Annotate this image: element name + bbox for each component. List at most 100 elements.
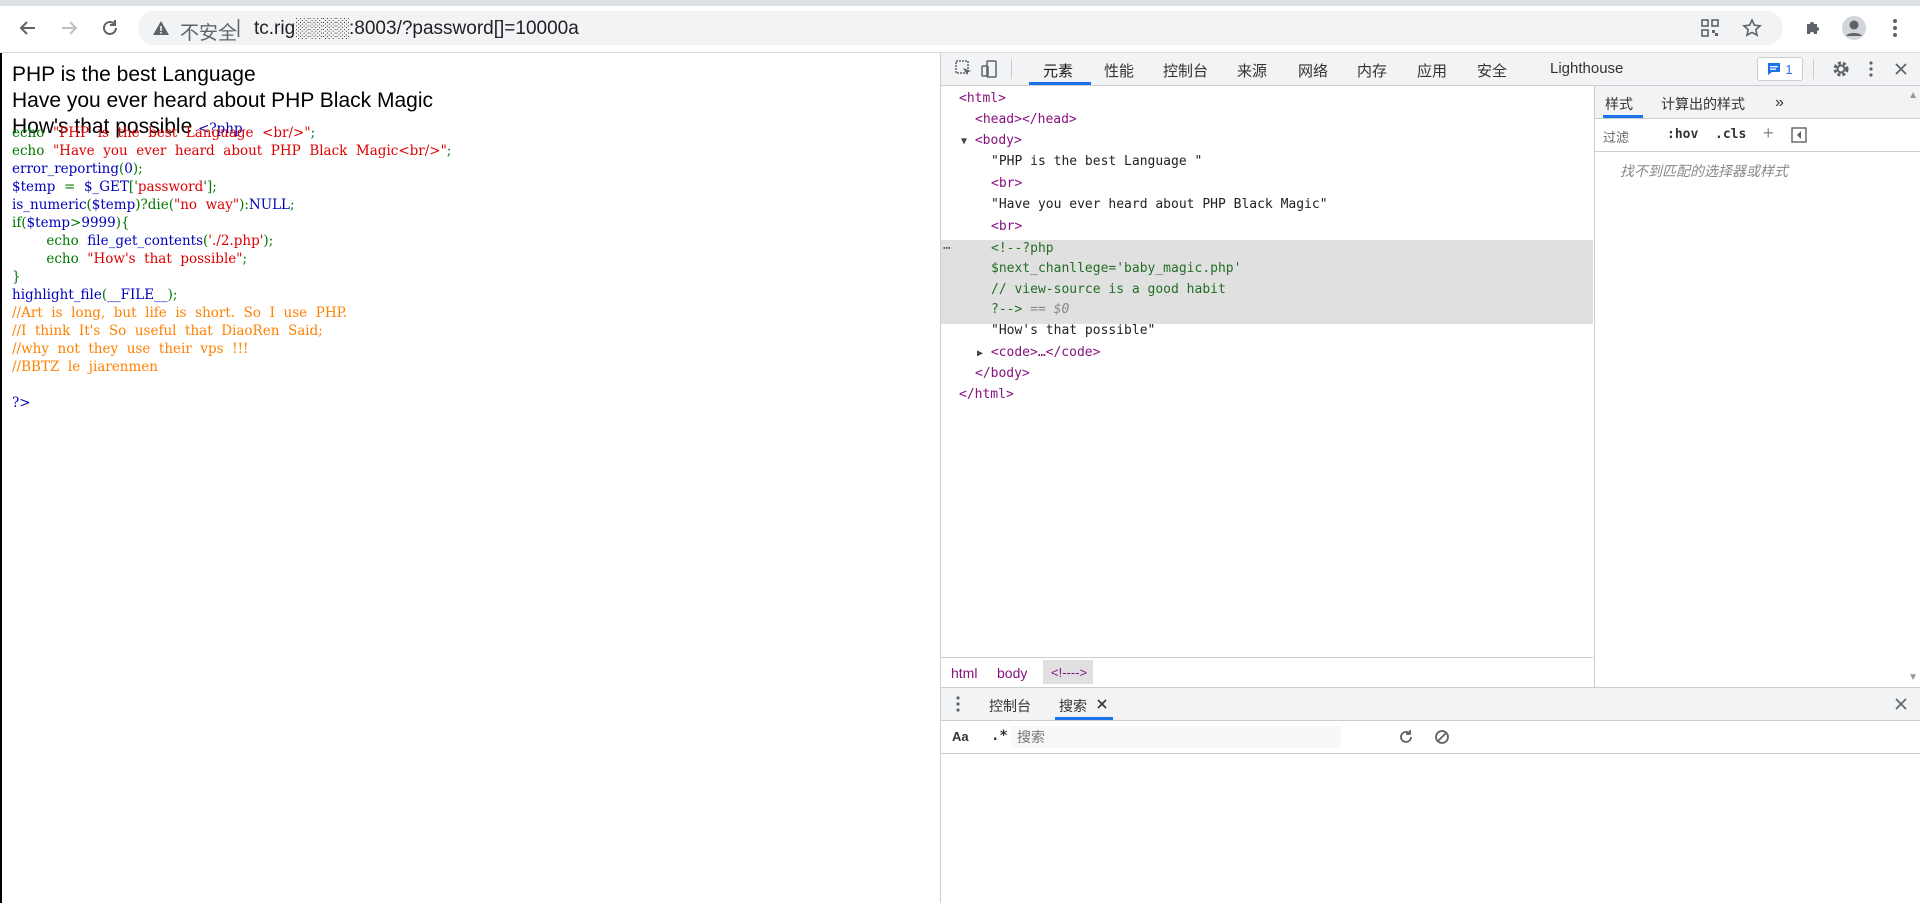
toggle-sidebar-icon[interactable]	[1791, 127, 1807, 143]
source-code-line: //I think It's So useful that DiaoRen Sa…	[12, 322, 451, 340]
search-toolbar: Aa .*	[941, 721, 1920, 754]
dom-node-br[interactable]: <br>	[991, 176, 1022, 191]
security-label[interactable]: 不安全	[180, 18, 237, 45]
extensions-button[interactable]	[1799, 14, 1827, 42]
code-token: if(	[12, 215, 27, 231]
scroll-up-icon[interactable]: ▲	[1908, 90, 1918, 101]
forward-arrow-icon	[62, 21, 78, 35]
tab-network[interactable]: 网络	[1298, 60, 1328, 81]
code-token: );	[132, 161, 143, 177]
tab-memory[interactable]: 内存	[1357, 60, 1387, 81]
browser-toolbar: 不安全 | tc.rig░░░░:8003/?password[]=10000a	[0, 0, 1920, 53]
tab-lighthouse[interactable]: Lighthouse	[1550, 60, 1623, 77]
devtools-drawer: 控制台 搜索 Aa .*	[941, 687, 1920, 904]
device-toolbar-button[interactable]	[979, 58, 1001, 80]
tab-application[interactable]: 应用	[1417, 60, 1447, 81]
close-devtools-button[interactable]	[1890, 58, 1912, 80]
elements-tree[interactable]: <html> <head></head> ▼ <body> "PHP is th…	[941, 86, 1593, 656]
code-token: '];	[203, 179, 217, 195]
dom-node-code[interactable]: ▶ <code>…</code>	[977, 345, 1100, 360]
settings-button[interactable]	[1830, 58, 1852, 80]
kebab-menu-icon	[1893, 19, 1897, 37]
code-token: ):	[239, 197, 249, 213]
source-code-line: echo "PHP is the best Language <br/>";	[12, 124, 451, 142]
dom-node-body[interactable]: ▼ <body>	[961, 133, 1022, 148]
dom-text-node[interactable]: "PHP is the best Language "	[991, 154, 1202, 169]
collapse-triangle-icon[interactable]: ▶	[977, 348, 983, 359]
dom-node-br[interactable]: <br>	[991, 219, 1022, 234]
source-code-line	[12, 376, 451, 394]
dom-node-head[interactable]: <head></head>	[975, 112, 1077, 127]
more-tabs-chevron-icon[interactable]: »	[1775, 94, 1784, 112]
hov-toggle-button[interactable]: :hov	[1667, 127, 1698, 142]
drawer-tab-search[interactable]: 搜索	[1059, 696, 1087, 716]
reload-button[interactable]	[96, 14, 124, 42]
code-token: //I think It's So useful that DiaoRen Sa…	[12, 323, 323, 339]
dom-comment-node-end[interactable]: ?--> == $0	[991, 302, 1069, 317]
back-button[interactable]	[14, 14, 42, 42]
dom-text-node[interactable]: "Have you ever heard about PHP Black Mag…	[991, 197, 1328, 212]
source-code-line: echo "Have you ever heard about PHP Blac…	[12, 142, 451, 160]
dom-node-html[interactable]: <html>	[959, 91, 1006, 106]
cls-toggle-button[interactable]: .cls	[1715, 127, 1746, 142]
code-token: NULL	[248, 197, 291, 213]
styles-tab-bar: 样式 计算出的样式 »	[1595, 86, 1920, 119]
issues-badge[interactable]: 1	[1757, 57, 1803, 81]
scroll-down-icon[interactable]: ▼	[1908, 672, 1918, 683]
code-token: "PHP is the best Language <br/>"	[52, 125, 311, 141]
warning-icon[interactable]	[152, 19, 170, 37]
source-code-line: //BBTZ le jiarenmen	[12, 358, 451, 376]
node-actions-ellipsis-icon[interactable]: ⋯	[943, 241, 951, 256]
dom-text-node[interactable]: "How's that possible"	[991, 323, 1155, 338]
dom-comment-node[interactable]: $next_chanllege='baby_magic.php'	[991, 261, 1241, 276]
qr-code-button[interactable]	[1699, 17, 1721, 39]
code-token: error_reporting	[12, 161, 119, 177]
url-text[interactable]: tc.rig░░░░:8003/?password[]=10000a	[254, 18, 579, 40]
tab-computed[interactable]: 计算出的样式	[1661, 94, 1745, 114]
source-code-line: echo "How's that possible";	[12, 250, 451, 268]
gear-icon	[1833, 61, 1849, 77]
refresh-icon[interactable]	[1398, 729, 1414, 745]
tab-performance[interactable]: 性能	[1104, 60, 1134, 81]
tab-styles[interactable]: 样式	[1605, 94, 1633, 114]
forward-button[interactable]	[55, 14, 83, 42]
bookmark-button[interactable]	[1741, 17, 1763, 39]
drawer-tab-console[interactable]: 控制台	[989, 696, 1031, 716]
devtools-menu-button[interactable]	[1860, 58, 1882, 80]
new-style-rule-icon[interactable]: +	[1763, 123, 1774, 144]
code-token: $_GET	[83, 179, 129, 195]
match-case-button[interactable]: Aa	[952, 729, 969, 744]
device-icon	[981, 60, 997, 78]
tab-security[interactable]: 安全	[1477, 60, 1507, 81]
breadcrumb-body[interactable]: body	[997, 665, 1027, 681]
code-token: "Have you ever heard about PHP Black Mag…	[52, 143, 447, 159]
source-code-line: }	[12, 268, 451, 286]
profile-button[interactable]	[1840, 14, 1868, 42]
search-input[interactable]	[1011, 726, 1341, 748]
clear-icon[interactable]	[1434, 729, 1450, 745]
address-bar[interactable]: 不安全 | tc.rig░░░░:8003/?password[]=10000a	[138, 11, 1783, 45]
back-arrow-icon	[19, 21, 35, 35]
code-token: echo	[12, 233, 88, 249]
regex-button[interactable]: .*	[991, 728, 1008, 744]
tab-elements[interactable]: 元素	[1043, 60, 1073, 81]
tab-divider	[1813, 59, 1814, 79]
dom-comment-node[interactable]: // view-source is a good habit	[991, 282, 1226, 297]
source-code-line: $temp = $_GET['password'];	[12, 178, 451, 196]
dom-node-html-close[interactable]: </html>	[959, 387, 1014, 402]
close-tab-icon[interactable]	[1097, 699, 1107, 709]
code-token: __FILE__	[107, 287, 168, 303]
dom-comment-node[interactable]: <!--?php	[991, 241, 1054, 256]
tab-console[interactable]: 控制台	[1163, 60, 1208, 81]
styles-filter-input[interactable]: 过滤	[1603, 127, 1629, 146]
close-drawer-icon[interactable]	[1895, 698, 1907, 710]
drawer-menu-icon[interactable]	[956, 696, 960, 712]
expand-triangle-icon[interactable]: ▼	[961, 136, 967, 147]
kebab-menu-icon	[1869, 61, 1873, 77]
dom-node-body-close[interactable]: </body>	[975, 366, 1030, 381]
tab-sources[interactable]: 来源	[1237, 60, 1267, 81]
breadcrumb-html[interactable]: html	[951, 665, 977, 681]
inspect-element-button[interactable]	[953, 58, 975, 80]
browser-menu-button[interactable]	[1881, 14, 1909, 42]
breadcrumb-comment[interactable]: <!---->	[1051, 665, 1087, 680]
